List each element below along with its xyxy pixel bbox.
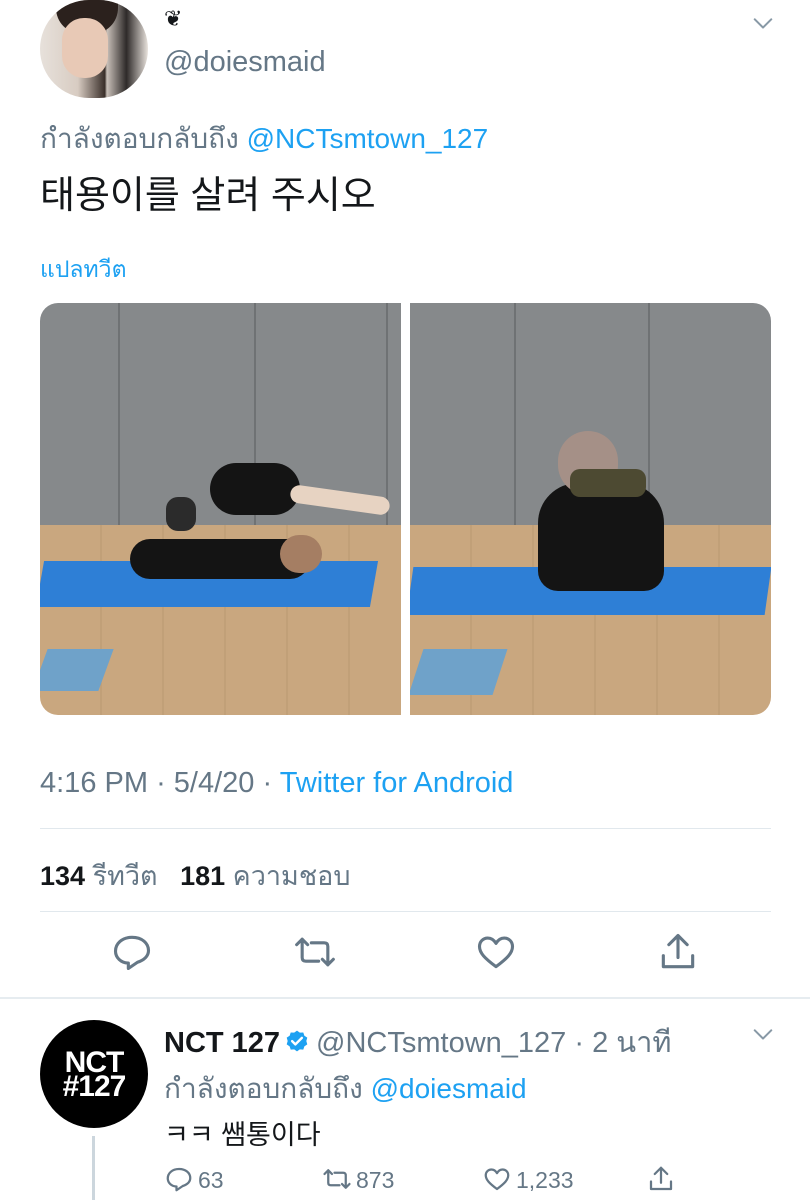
retweet-count: 134	[40, 861, 86, 891]
header-separator: ·	[574, 1027, 585, 1059]
replying-to-prefix: กำลังตอบกลับถึง	[40, 123, 239, 154]
reply-retweet-count: 873	[356, 1167, 395, 1193]
meta-separator-2: ·	[262, 767, 273, 799]
media-photo-2[interactable]	[410, 303, 771, 715]
verified-badge-icon	[284, 1029, 310, 1055]
heart-icon	[484, 1168, 510, 1191]
reply-header: NCT 127 @NCTsmtown_127 · 2 นาที	[164, 1019, 672, 1065]
main-tweet: ❦ @doiesmaid กำลังตอบกลับถึง @NCTsmtown_…	[0, 0, 810, 998]
author-display-name[interactable]: ❦	[164, 8, 182, 32]
chevron-down-icon[interactable]	[752, 1023, 774, 1045]
chevron-down-icon[interactable]	[752, 12, 774, 34]
media-photo-1[interactable]	[40, 303, 401, 715]
reply-actions: 63 873 1,233	[0, 1164, 810, 1200]
reply-share-action[interactable]	[646, 1164, 680, 1198]
replying-to-prefix: กำลังตอบกลับถึง	[164, 1073, 363, 1104]
avatar-logo-line2: #127	[62, 1070, 127, 1103]
reply-count: 63	[198, 1167, 224, 1193]
reply-text: ㅋㅋ 쌤통이다	[164, 1120, 321, 1150]
reply-tweet[interactable]: NCT #127 NCT 127 @NCTsmtown_127 · 2 นาที …	[0, 999, 810, 1200]
reply-replying-to-line: กำลังตอบกลับถึง @doiesmaid	[164, 1067, 527, 1111]
reply-author-name[interactable]: NCT 127	[164, 1027, 280, 1059]
reply-icon[interactable]	[110, 930, 154, 974]
retweets-stat[interactable]: 134 รีทวีต	[40, 861, 158, 891]
like-count: 181	[180, 861, 226, 891]
tweet-source[interactable]: Twitter for Android	[280, 767, 514, 799]
share-icon[interactable]	[656, 930, 700, 974]
reply-icon	[166, 1167, 192, 1192]
reply-like-action[interactable]: 1,233	[482, 1164, 574, 1198]
retweet-label: รีทวีต	[92, 861, 158, 891]
reply-author-avatar[interactable]: NCT #127	[40, 1020, 148, 1128]
tweet-media[interactable]	[40, 303, 771, 715]
likes-stat[interactable]: 181 ความชอบ	[180, 861, 350, 891]
tweet-time[interactable]: 4:16 PM	[40, 767, 148, 799]
tweet-date[interactable]: 5/4/20	[174, 767, 255, 799]
reply-reply-action[interactable]: 63	[164, 1164, 224, 1198]
replying-to-line: กำลังตอบกลับถึง @NCTsmtown_127	[40, 117, 488, 161]
author-handle[interactable]: @doiesmaid	[164, 46, 326, 79]
tweet-actions	[0, 930, 810, 980]
like-label: ความชอบ	[232, 861, 351, 891]
tweet-meta: 4:16 PM · 5/4/20 · Twitter for Android	[40, 767, 513, 800]
share-icon	[649, 1166, 673, 1191]
heart-icon[interactable]	[474, 930, 518, 974]
reply-author-handle[interactable]: @NCTsmtown_127	[316, 1027, 566, 1059]
reply-time-ago[interactable]: 2 นาที	[592, 1027, 671, 1059]
reply-like-count: 1,233	[516, 1167, 574, 1193]
retweet-icon	[323, 1169, 351, 1189]
replying-to-mention[interactable]: @NCTsmtown_127	[247, 123, 489, 154]
translate-tweet-link[interactable]: แปลทวีต	[40, 252, 127, 288]
meta-separator: ·	[156, 767, 166, 799]
retweet-icon[interactable]	[293, 930, 337, 974]
author-avatar[interactable]	[40, 0, 148, 98]
tweet-text: 태용이를 살려 주시오	[40, 175, 376, 217]
reply-retweet-action[interactable]: 873	[322, 1164, 394, 1198]
tweet-stats: 134 รีทวีต 181 ความชอบ	[40, 854, 351, 897]
replying-to-mention[interactable]: @doiesmaid	[371, 1073, 527, 1104]
divider	[40, 911, 771, 912]
divider	[40, 828, 771, 829]
